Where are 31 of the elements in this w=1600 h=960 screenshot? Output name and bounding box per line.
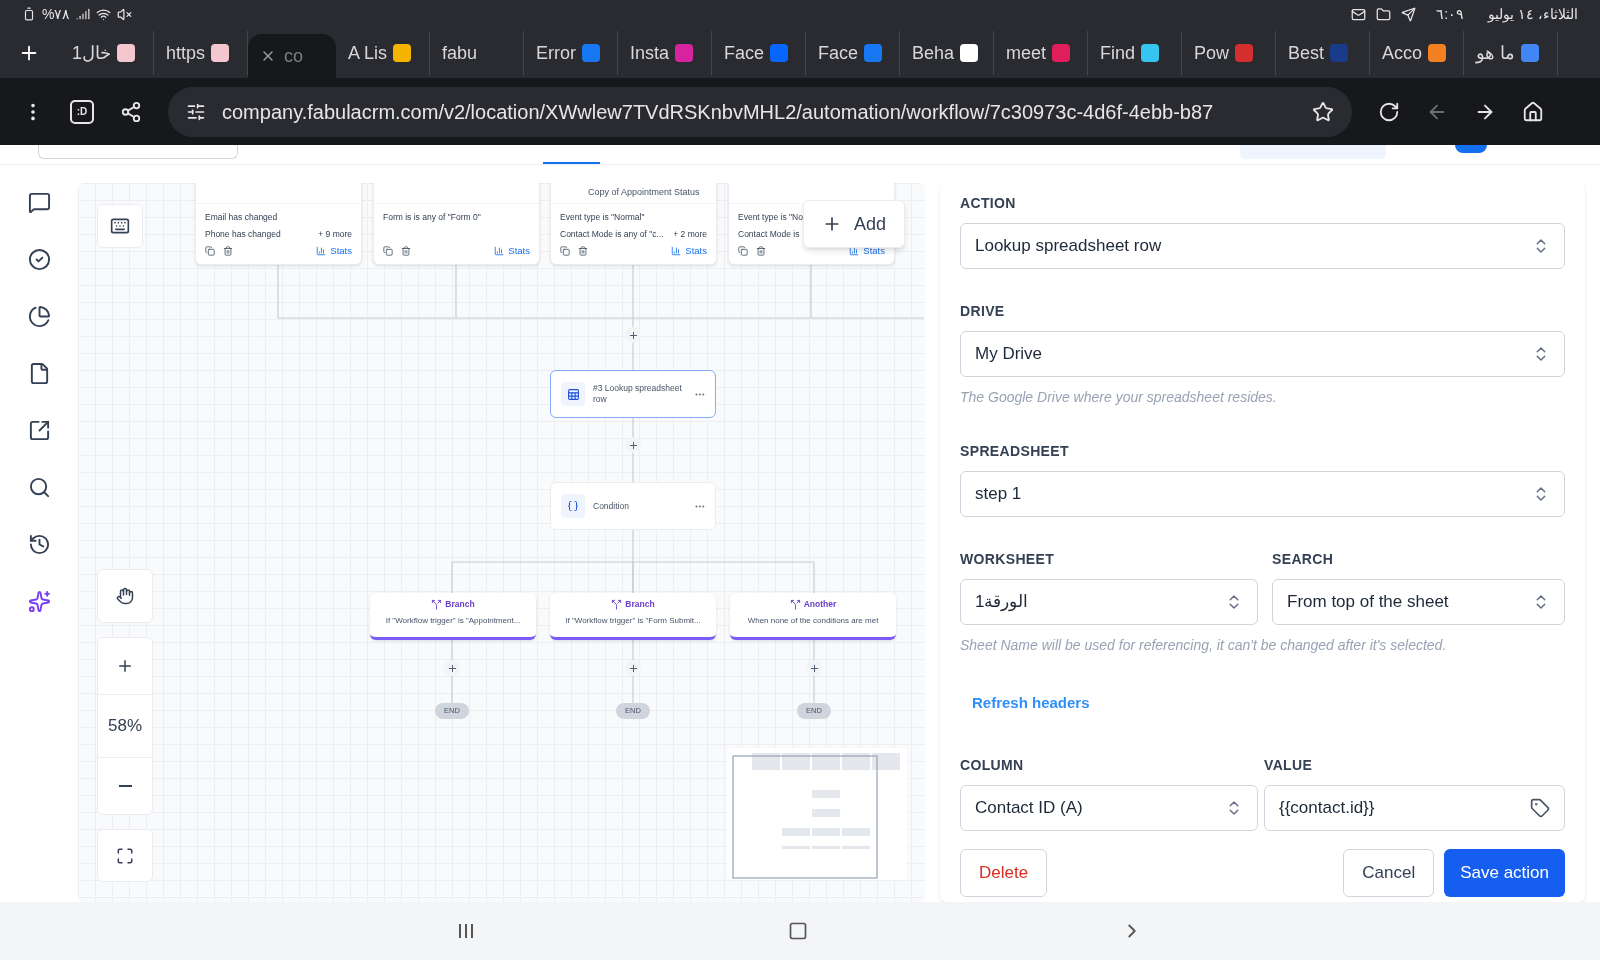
help-text: The Google Drive where your spreadsheet resides. <box>960 388 1278 407</box>
field-label: VALUE <box>1264 755 1314 775</box>
condition-text: Event type is "No <box>738 211 803 224</box>
trigger-title: Copy of Appointment Status <box>588 185 700 199</box>
clock: ٦:٠٩ <box>1436 4 1465 24</box>
field-label: SPREADSHEET <box>960 442 1070 461</box>
condition-text: Contact Mode is <box>738 227 800 241</box>
battery-level: %٧٨ <box>42 4 71 24</box>
condition-text: Form is is any of "Form 0" <box>383 211 481 224</box>
node-title: Condition <box>593 499 630 513</box>
branch-description: If "Workflow trigger" is "Appointment... <box>385 614 521 627</box>
more-count: + 9 more <box>318 227 352 241</box>
branch-label: Branch <box>625 598 655 611</box>
field-label: COLUMN <box>960 755 1025 775</box>
node-title: #3 Lookup spreadsheet row <box>593 383 683 405</box>
field-label: WORKSHEET <box>960 550 1056 569</box>
branch-label: Another <box>803 598 837 611</box>
zoom-level: 58% <box>107 715 143 738</box>
field-label: SEARCH <box>1272 550 1335 569</box>
branch-description: If "Workflow trigger" is "Form Submit... <box>565 614 701 627</box>
condition-text: Email has changed <box>205 211 278 224</box>
condition-text: Contact Mode is any of "c... <box>560 227 664 241</box>
condition-text: Phone has changed <box>205 227 281 241</box>
branch-label: Branch <box>445 598 475 611</box>
condition-text: Event type is "Normal" <box>560 211 645 224</box>
branch-description: When none of the conditions are met <box>747 614 879 627</box>
date: الثلاثاء، ١٤ يوليو <box>1488 4 1578 25</box>
help-text: Sheet Name will be used for referencing, it can't be changed after it's selected. <box>960 636 1448 655</box>
more-count: + 2 more <box>673 227 707 241</box>
field-label: DRIVE <box>960 302 1006 321</box>
field-label: ACTION <box>960 194 1017 213</box>
